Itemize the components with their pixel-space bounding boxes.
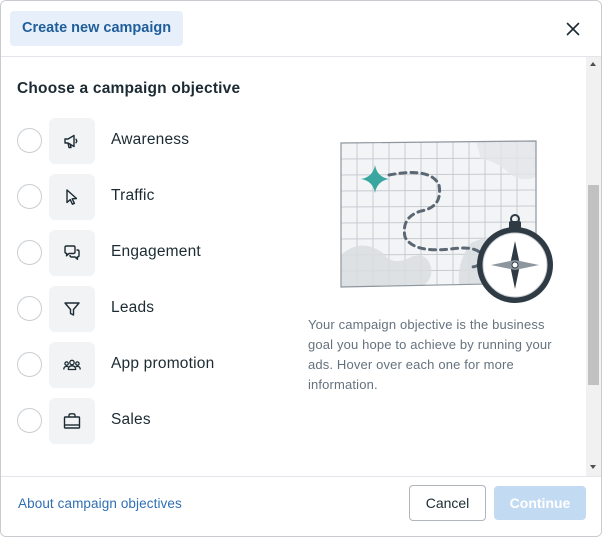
objective-radio[interactable] (17, 408, 42, 433)
objective-label: Leads (111, 299, 155, 316)
objective-icon-box (49, 286, 95, 332)
section-title: Choose a campaign objective (17, 80, 241, 97)
dialog-header: Create new campaign (1, 1, 601, 57)
objective-sales[interactable]: Sales (17, 398, 277, 444)
objective-leads[interactable]: Leads (17, 286, 277, 332)
dialog-title: Create new campaign (10, 11, 184, 46)
megaphone-icon (64, 134, 78, 149)
cancel-button[interactable]: Cancel (409, 485, 486, 521)
dialog-body: Choose a campaign objective Awareness Tr… (1, 57, 601, 476)
objective-radio[interactable] (17, 128, 42, 153)
objective-traffic[interactable]: Traffic (17, 174, 277, 220)
continue-button[interactable]: Continue (494, 486, 586, 520)
close-button[interactable] (561, 17, 585, 41)
objective-label: Traffic (111, 187, 155, 204)
objective-radio[interactable] (17, 296, 42, 321)
objective-awareness[interactable]: Awareness (17, 118, 277, 164)
objective-radio[interactable] (17, 352, 42, 377)
objective-label: Engagement (111, 243, 201, 260)
chat-bubbles-icon (64, 245, 80, 260)
people-icon (63, 359, 81, 371)
scroll-up-icon[interactable] (590, 62, 596, 66)
objective-label: Awareness (111, 131, 190, 148)
scroll-down-icon[interactable] (590, 465, 596, 469)
cursor-icon (66, 189, 78, 205)
objective-icon-box (49, 230, 95, 276)
objective-icon-box (49, 118, 95, 164)
objective-radio[interactable] (17, 240, 42, 265)
map-compass-illustration (340, 140, 553, 303)
vertical-scrollbar[interactable] (586, 57, 601, 476)
objective-icon-box (49, 174, 95, 220)
funnel-icon (64, 302, 80, 316)
objective-icon-box (49, 398, 95, 444)
dialog-footer: About campaign objectives Cancel Continu… (1, 476, 601, 536)
close-icon (566, 22, 580, 36)
objective-radio[interactable] (17, 184, 42, 209)
objective-app-promotion[interactable]: App promotion (17, 342, 277, 388)
scrollbar-thumb[interactable] (588, 185, 599, 385)
objective-description: Your campaign objective is the business … (308, 317, 552, 392)
objective-icon-box (49, 342, 95, 388)
campaign-dialog: Create new campaign Choose a campaign ob… (0, 0, 602, 537)
about-campaign-objectives-link[interactable]: About campaign objectives (18, 496, 182, 511)
objective-label: Sales (111, 411, 151, 428)
objective-engagement[interactable]: Engagement (17, 230, 277, 276)
objective-label: App promotion (111, 355, 215, 372)
shopping-bag-icon (63, 413, 81, 429)
